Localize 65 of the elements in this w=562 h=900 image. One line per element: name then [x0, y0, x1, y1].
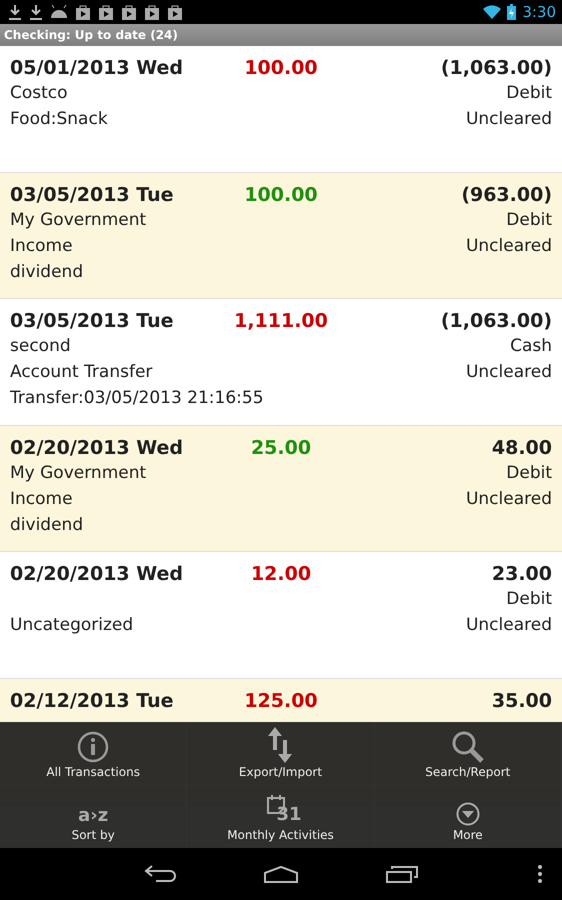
transaction-date: 03/05/2013 Tue	[10, 184, 175, 208]
payment-type: Cash	[509, 336, 552, 358]
transaction-amount: 100.00	[243, 57, 319, 81]
cleared-status: Uncleared	[464, 236, 552, 258]
cleared-status: Uncleared	[464, 362, 552, 384]
account-title: Checking: Up to date (24)	[4, 28, 178, 42]
download-icon	[8, 4, 22, 20]
payment-type: Debit	[505, 210, 552, 232]
balance-amount: 35.00	[490, 690, 552, 714]
payment-type: Debit	[505, 83, 552, 105]
category-text: Income	[10, 236, 74, 258]
balance-amount: 48.00	[490, 436, 552, 460]
memo-text: Transfer:03/05/2013 21:16:55	[10, 388, 265, 410]
menu-item[interactable]: All Transactions	[0, 722, 188, 785]
shopping-bag-icon	[167, 4, 183, 20]
recent-apps-icon[interactable]	[386, 865, 418, 883]
transaction-date: 02/20/2013 Wed	[10, 563, 184, 587]
balance-amount: (1,063.00)	[440, 57, 552, 81]
payee-text: second	[10, 336, 72, 358]
category-text: Food:Snack	[10, 109, 109, 131]
balance-amount: 23.00	[490, 563, 552, 587]
balance-amount: (963.00)	[460, 184, 552, 208]
menu-item[interactable]: Export/Import	[187, 722, 375, 785]
payment-type: Debit	[505, 462, 552, 484]
category-text: Account Transfer	[10, 362, 154, 384]
cleared-status: Uncleared	[464, 615, 552, 637]
dropdown-circle-icon	[456, 802, 480, 826]
wifi-icon	[483, 5, 502, 19]
shopping-bag-icon	[121, 4, 137, 20]
transaction-amount: 125.00	[243, 690, 319, 714]
overflow-menu-icon[interactable]	[538, 865, 542, 883]
shopping-bag-icon	[75, 4, 91, 20]
transaction-amount: 25.00	[250, 436, 312, 460]
search-icon	[452, 731, 484, 763]
category-text: Income	[10, 488, 74, 510]
transaction-amount: 100.00	[243, 184, 319, 208]
transaction-date: 02/20/2013 Wed	[10, 436, 184, 460]
transaction-row[interactable]: 02/20/2013 Wed 25.00 48.00 My Government Debit Income Uncleared dividend	[0, 426, 562, 552]
menu-item[interactable]: Search/Report	[374, 722, 562, 785]
shopping-bag-icon	[98, 4, 114, 20]
payee-text: My Government	[10, 462, 148, 484]
download-icon	[29, 4, 43, 20]
cleared-status: Uncleared	[464, 488, 552, 510]
clock-time: 3:30	[522, 3, 556, 21]
memo-text: dividend	[10, 514, 84, 536]
transaction-date: 03/05/2013 Tue	[10, 310, 175, 334]
memo-text: dividend	[10, 262, 84, 284]
info-icon	[77, 731, 110, 763]
category-text: Uncategorized	[10, 615, 134, 637]
home-icon[interactable]	[264, 865, 298, 883]
balance-amount: (1,063.00)	[440, 310, 552, 334]
shopping-bag-icon	[144, 4, 160, 20]
transaction-row[interactable]: 03/05/2013 Tue 100.00 (963.00) My Government Debit Income Uncleared dividend	[0, 172, 562, 299]
payment-type: Debit	[505, 589, 552, 611]
sort-icon: a›z	[78, 805, 108, 826]
back-icon[interactable]	[144, 865, 176, 883]
cleared-status: Uncleared	[464, 109, 552, 131]
battery-icon	[507, 4, 516, 20]
payee-text: Costco	[10, 83, 69, 105]
transaction-amount: 1,111.00	[233, 310, 329, 334]
transaction-date: 05/01/2013 Wed	[10, 57, 184, 81]
payee-text: My Government	[10, 210, 148, 232]
up-down-arrows-icon	[266, 727, 294, 763]
transaction-date: 02/12/2013 Tue	[10, 690, 175, 714]
transaction-amount: 12.00	[250, 563, 312, 587]
